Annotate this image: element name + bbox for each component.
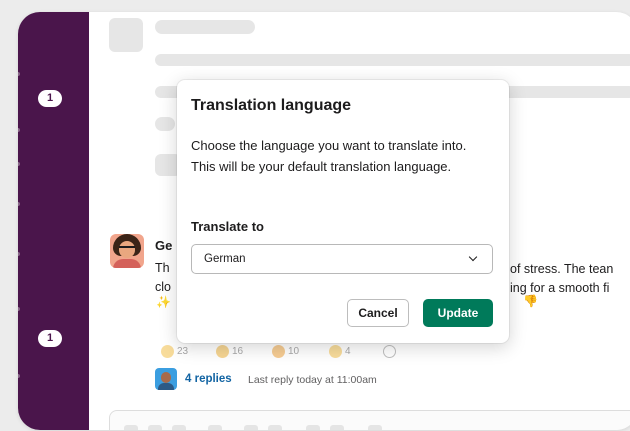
unread-badge[interactable]: 1 — [38, 90, 62, 107]
sidebar-dot — [18, 307, 20, 311]
format-tool-icon[interactable] — [244, 425, 258, 430]
unread-badge[interactable]: 1 — [38, 330, 62, 347]
replies-link[interactable]: 4 replies — [185, 373, 232, 385]
reaction-count: 16 — [232, 346, 244, 358]
message-text-tail: ing for a smooth fi — [510, 281, 610, 295]
sidebar-dot — [18, 202, 20, 206]
skeleton-name — [155, 20, 255, 34]
translation-language-dialog: Translation language Choose the language… — [177, 80, 509, 343]
reaction-grin[interactable]: 10 — [272, 345, 299, 363]
format-tool-icon[interactable] — [368, 425, 382, 430]
reaction-count: 10 — [288, 346, 300, 358]
message-author-name[interactable]: Ge — [155, 238, 172, 253]
format-tool-icon[interactable] — [306, 425, 320, 430]
cancel-button[interactable]: Cancel — [347, 299, 409, 327]
reaction-count: 4 — [345, 346, 351, 358]
reaction-thumbs-up[interactable]: 23 — [161, 345, 188, 363]
message-text-tail: of stress. The tean — [510, 262, 614, 276]
update-button[interactable]: Update — [423, 299, 493, 327]
dialog-description: Choose the language you want to translat… — [191, 138, 467, 174]
add-reaction-icon — [383, 345, 396, 358]
sidebar-dot — [18, 72, 20, 76]
dialog-title: Translation language — [191, 97, 352, 114]
translate-to-label: Translate to — [191, 219, 264, 234]
sidebar-dot — [18, 162, 20, 166]
format-tool-icon[interactable] — [330, 425, 344, 430]
clap-icon — [329, 345, 342, 358]
message-composer[interactable] — [109, 410, 630, 430]
message-text-line: clo — [155, 280, 171, 294]
format-tool-icon[interactable] — [124, 425, 138, 430]
reply-author-avatar — [155, 368, 177, 390]
smiley-icon — [216, 345, 229, 358]
last-reply-time: Last reply today at 11:00am — [248, 374, 377, 386]
message-author-avatar[interactable] — [110, 234, 144, 268]
format-tool-icon[interactable] — [148, 425, 162, 430]
format-tool-icon[interactable] — [208, 425, 222, 430]
selected-language: German — [204, 253, 246, 265]
skeleton-avatar — [109, 18, 143, 52]
sidebar-dot — [18, 374, 20, 378]
skeleton-line — [155, 54, 630, 66]
add-reaction-button[interactable] — [383, 345, 399, 363]
thumbs-up-icon — [161, 345, 174, 358]
ai-sparkle-icon[interactable]: ✨ — [156, 295, 171, 309]
reaction-count: 23 — [177, 346, 189, 358]
grin-icon — [272, 345, 285, 358]
format-tool-icon[interactable] — [268, 425, 282, 430]
message-text-line: Th — [155, 261, 170, 275]
reaction-smiley[interactable]: 16 — [216, 345, 243, 363]
skeleton-chip — [155, 117, 175, 131]
chevron-down-icon — [468, 252, 478, 262]
sidebar-dot — [18, 128, 20, 132]
workspace-sidebar: 1 1 — [18, 12, 89, 430]
format-tool-icon[interactable] — [172, 425, 186, 430]
thumbs-down-icon[interactable]: 👎 — [523, 294, 538, 308]
language-select[interactable]: German — [191, 244, 493, 274]
sidebar-dot — [18, 252, 20, 256]
reaction-clap[interactable]: 4 — [329, 345, 351, 363]
